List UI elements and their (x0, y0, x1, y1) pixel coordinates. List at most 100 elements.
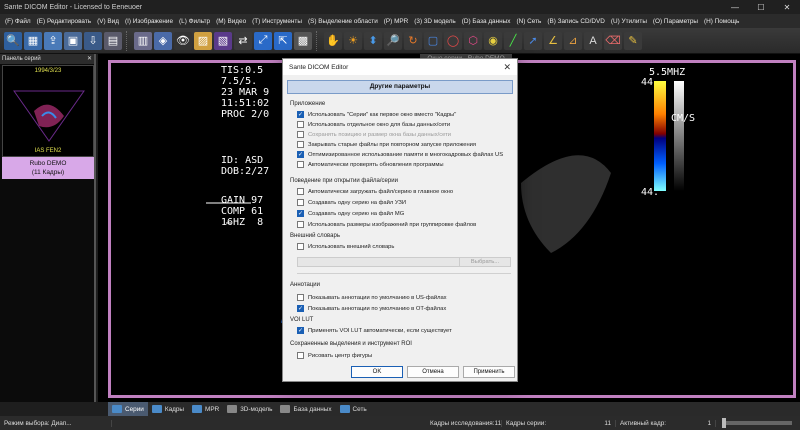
mpr-icon (192, 405, 203, 413)
arrow-icon[interactable]: ➚ (524, 31, 542, 50)
checkbox-separate-db-window[interactable]: Использовать отдельное окно для базы дан… (297, 121, 450, 128)
menu-view[interactable]: (V) Вид (94, 18, 122, 25)
tab-frames[interactable]: Кадры (148, 402, 188, 416)
series-caption[interactable]: Rubo DEMO (11 Кадры) (2, 157, 94, 179)
menu-image[interactable]: (I) Изображение (122, 18, 176, 25)
menu-database[interactable]: (D) База данных (459, 18, 514, 25)
thumbnail-label: IAS FEN2 (34, 148, 62, 154)
tab-other-settings[interactable]: Другие параметры (287, 80, 513, 94)
checkbox-series-first[interactable]: ✓ Использовать "Серии" как первое окно вм… (297, 111, 456, 118)
check-icon: ✓ (297, 111, 304, 118)
cine-icon[interactable]: ▩ (294, 31, 312, 50)
menu-burn[interactable]: (B) Запись CD/DVD (544, 18, 608, 25)
series-thumbnail[interactable]: 1994/3/23 IAS FEN2 (2, 65, 94, 157)
zoom-slider[interactable] (722, 418, 792, 428)
maximize-icon[interactable]: ☐ (748, 0, 774, 14)
expand-icon[interactable]: ⇱ (274, 31, 292, 50)
series-panel-title: Панель серий (2, 56, 41, 62)
settings-dialog: Sante DICOM Editor ✕ Другие параметры Пр… (282, 58, 518, 382)
window-title: Sante DICOM Editor - Licensed to Eeneuoe… (4, 3, 143, 11)
group-external-dictionary: Внешний словарь (290, 233, 340, 239)
menu-file[interactable]: (F) Файл (2, 18, 34, 25)
menu-bar: (F) Файл (E) Редактировать (V) Вид (I) И… (0, 14, 800, 28)
minimize-icon[interactable]: — (722, 0, 748, 14)
fit-icon[interactable]: ⤢ (254, 31, 272, 50)
grid-icon[interactable]: ▥ (134, 31, 152, 50)
series-name: Rubo DEMO (29, 160, 67, 167)
tab-network[interactable]: Сеть (336, 402, 371, 416)
check-icon: ✓ (297, 210, 304, 217)
tab-mpr[interactable]: MPR (188, 402, 223, 416)
cancel-button[interactable]: Отмена (407, 366, 459, 378)
menu-help[interactable]: (H) Помощь (701, 18, 742, 25)
rectangle-icon[interactable]: ▢ (424, 31, 442, 50)
checkbox-use-image-size[interactable]: Использовать размеры изображений при гру… (297, 221, 476, 228)
menu-video[interactable]: (M) Видео (213, 18, 249, 25)
menu-network[interactable]: (N) Сеть (513, 18, 544, 25)
toolbar: 🔍 ▦ ⇪ ▣ ⇩ ▤ ▥ ◈ 👁 ▨ ▧ ⇄ ⤢ ⇱ ▩ ✋ ☀ ⬍ 🔎 ↻ … (0, 28, 800, 54)
dialog-close-icon[interactable]: ✕ (503, 62, 511, 73)
angle-icon[interactable]: ∠ (544, 31, 562, 50)
pen-icon[interactable]: ✎ (624, 31, 642, 50)
eye-icon[interactable]: 👁 (174, 31, 192, 50)
check-icon: ✓ (297, 327, 304, 334)
cobb-angle-icon[interactable]: ⊿ (564, 31, 582, 50)
checkbox-one-series-mg[interactable]: ✓ Создавать одну серию на файл MG (297, 210, 404, 217)
checkbox-one-series-us[interactable]: Создавать одну серию на файл УЗИ (297, 199, 406, 206)
checkbox-annotations-us[interactable]: Показывать аннотации по умолчанию в US-ф… (297, 294, 447, 301)
line-icon[interactable]: ╱ (504, 31, 522, 50)
menu-edit[interactable]: (E) Редактировать (34, 18, 94, 25)
group-open-behavior: Поведение при открытии файла/серии (290, 178, 398, 184)
menu-selection[interactable]: (S) Выделение области (305, 18, 381, 25)
polygon-roi-icon[interactable]: ⬡ (464, 31, 482, 50)
rotate-icon[interactable]: ↻ (404, 31, 422, 50)
image-icon[interactable]: ▨ (194, 31, 212, 50)
divider (297, 273, 511, 274)
overlay-icon[interactable]: ▧ (214, 31, 232, 50)
hand-icon[interactable]: ✋ (324, 31, 342, 50)
tag-icon[interactable]: ◈ (154, 31, 172, 50)
magnifier-icon[interactable]: 🔎 (384, 31, 402, 50)
zoom-slider-handle[interactable] (722, 418, 726, 428)
open-folder-icon[interactable]: ▦ (24, 31, 42, 50)
checkbox-optimize-memory[interactable]: ✓ Оптимизированное использование памяти в… (297, 151, 503, 158)
brightness-icon[interactable]: ☀ (344, 31, 362, 50)
print-icon[interactable]: ▤ (104, 31, 122, 50)
tab-3d-model[interactable]: 3D-модель (223, 402, 276, 416)
model-3d-icon (227, 405, 238, 413)
menu-filter[interactable]: (L) Фильтр (176, 18, 213, 25)
text-icon[interactable]: A (584, 31, 602, 50)
ellipse-roi-icon[interactable]: ◯ (444, 31, 462, 50)
color-icon[interactable]: ◉ (484, 31, 502, 50)
checkbox-annotations-ot[interactable]: ✓ Показывать аннотации по умолчанию в OT-… (297, 305, 446, 312)
tab-series[interactable]: Серии (108, 402, 148, 416)
checkbox-external-dictionary[interactable]: Использовать внешний словарь (297, 243, 394, 250)
bottom-tabs: Серии Кадры MPR 3D-модель База данных Се… (108, 402, 800, 416)
close-icon[interactable]: ✕ (774, 0, 800, 14)
eraser-icon[interactable]: ⌫ (604, 31, 622, 50)
checkbox-draw-center[interactable]: Рисовать центр фигуры (297, 352, 372, 359)
save-icon[interactable]: ▣ (64, 31, 82, 50)
flip-icon[interactable]: ⇄ (234, 31, 252, 50)
menu-options[interactable]: (O) Параметры (650, 18, 701, 25)
checkbox-voi-lut[interactable]: ✓ Применять VOI LUT автоматически, если с… (297, 327, 452, 334)
database-icon (280, 405, 291, 413)
group-application: Приложение (290, 101, 326, 107)
menu-mpr[interactable]: (P) MPR (381, 18, 412, 25)
panel-close-icon[interactable]: ✕ (87, 54, 94, 64)
ok-button[interactable]: OK (351, 366, 403, 378)
checkbox-close-old-files[interactable]: Закрывать старые файлы при повторном зап… (297, 141, 476, 148)
tab-database[interactable]: База данных (276, 402, 335, 416)
window-level-icon[interactable]: ⬍ (364, 31, 382, 50)
menu-utilities[interactable]: (U) Утилиты (608, 18, 650, 25)
checkbox-check-updates[interactable]: Автоматически проверять обновления прогр… (297, 161, 444, 168)
checkbox-auto-load[interactable]: Автоматически загружать файл/серию в гла… (297, 188, 453, 195)
menu-tools[interactable]: (T) Инструменты (249, 18, 305, 25)
series-count: (11 Кадры) (31, 169, 65, 176)
zoom-icon[interactable]: 🔍 (4, 31, 22, 50)
import-icon[interactable]: ⇪ (44, 31, 62, 50)
menu-3d[interactable]: (3) 3D модель (411, 18, 458, 25)
export-icon[interactable]: ⇩ (84, 31, 102, 50)
status-frames-study: Кадры исследования: 11 (426, 419, 502, 427)
apply-button[interactable]: Применить (463, 366, 515, 378)
